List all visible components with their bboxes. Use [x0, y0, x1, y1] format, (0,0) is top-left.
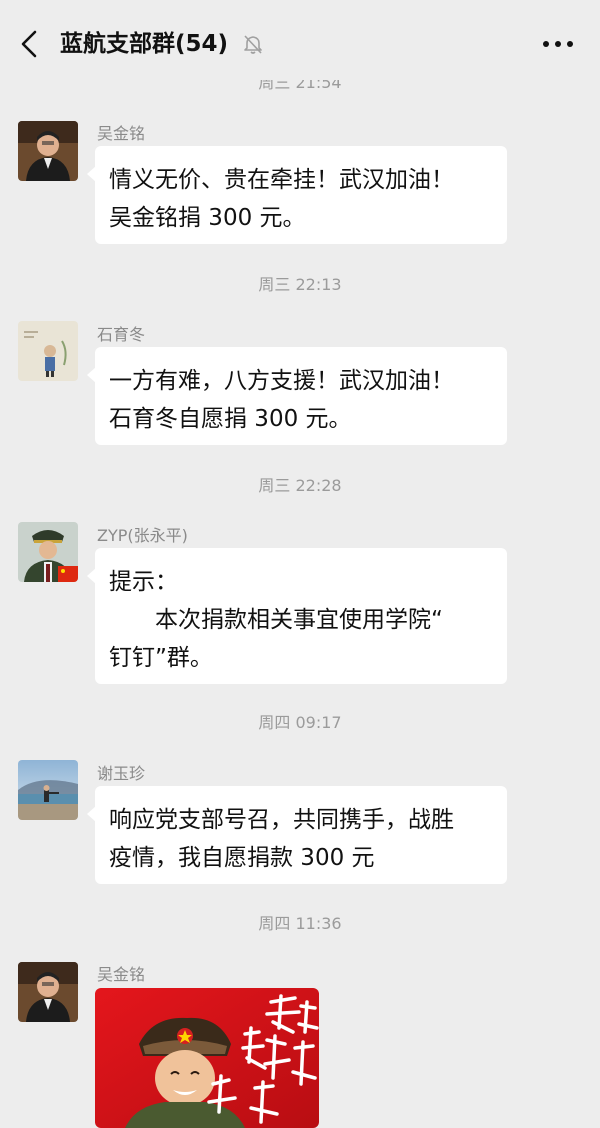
- image-message[interactable]: [95, 988, 319, 1128]
- chat-header: 蓝航支部群(54): [0, 0, 600, 80]
- message-line: 一方有难，八方支援！武汉加油！: [109, 368, 454, 394]
- avatar[interactable]: [18, 962, 78, 1022]
- message-bubble[interactable]: 一方有难，八方支援！武汉加油！ 石育冬自愿捐 300 元。: [87, 347, 507, 445]
- timestamp: 周四 09:17: [258, 713, 342, 732]
- sender-name: 吴金铭: [97, 124, 146, 143]
- sender-name: ZYP(张永平): [97, 526, 188, 545]
- message-line: 吴金铭捐 300 元。: [109, 205, 306, 231]
- more-options-icon[interactable]: [542, 40, 574, 48]
- sender-name: 石育冬: [97, 325, 146, 344]
- message-line: 石育冬自愿捐 300 元。: [109, 406, 352, 432]
- back-arrow-icon[interactable]: [14, 28, 46, 60]
- sender-name: 吴金铭: [97, 965, 146, 984]
- timestamp: 周三 22:13: [258, 275, 342, 294]
- message-line: 提示：: [109, 569, 178, 595]
- message-line: 响应党支部号召，共同携手，战胜: [109, 807, 454, 833]
- timestamp: 周四 11:36: [258, 914, 342, 933]
- message-line: 钉钉”群。: [109, 645, 213, 671]
- message-bubble[interactable]: 提示： 本次捐款相关事宜使用学院“ 钉钉”群。: [87, 548, 507, 684]
- avatar[interactable]: [18, 522, 78, 582]
- avatar[interactable]: [18, 760, 78, 820]
- message-bubble[interactable]: 情义无价、贵在牵挂！武汉加油！ 吴金铭捐 300 元。: [87, 146, 507, 244]
- sender-name: 谢玉珍: [97, 764, 146, 783]
- avatar[interactable]: [18, 321, 78, 381]
- message-bubble[interactable]: 响应党支部号召，共同携手，战胜 疫情，我自愿捐款 300 元: [87, 786, 507, 884]
- message-line: 疫情，我自愿捐款 300 元: [109, 845, 375, 871]
- message-line: 情义无价、贵在牵挂！武汉加油！: [109, 167, 454, 193]
- message-line: 本次捐款相关事宜使用学院“: [109, 607, 443, 633]
- avatar[interactable]: [18, 121, 78, 181]
- timestamp: 周三 22:28: [258, 476, 342, 495]
- chat-title: 蓝航支部群(54): [60, 31, 229, 57]
- chat-area[interactable]: 周三 21:54 吴金铭 情义无价、贵在牵挂！武汉加油！ 吴金铭捐 300 元。…: [0, 0, 600, 1128]
- mute-bell-icon: [244, 35, 262, 54]
